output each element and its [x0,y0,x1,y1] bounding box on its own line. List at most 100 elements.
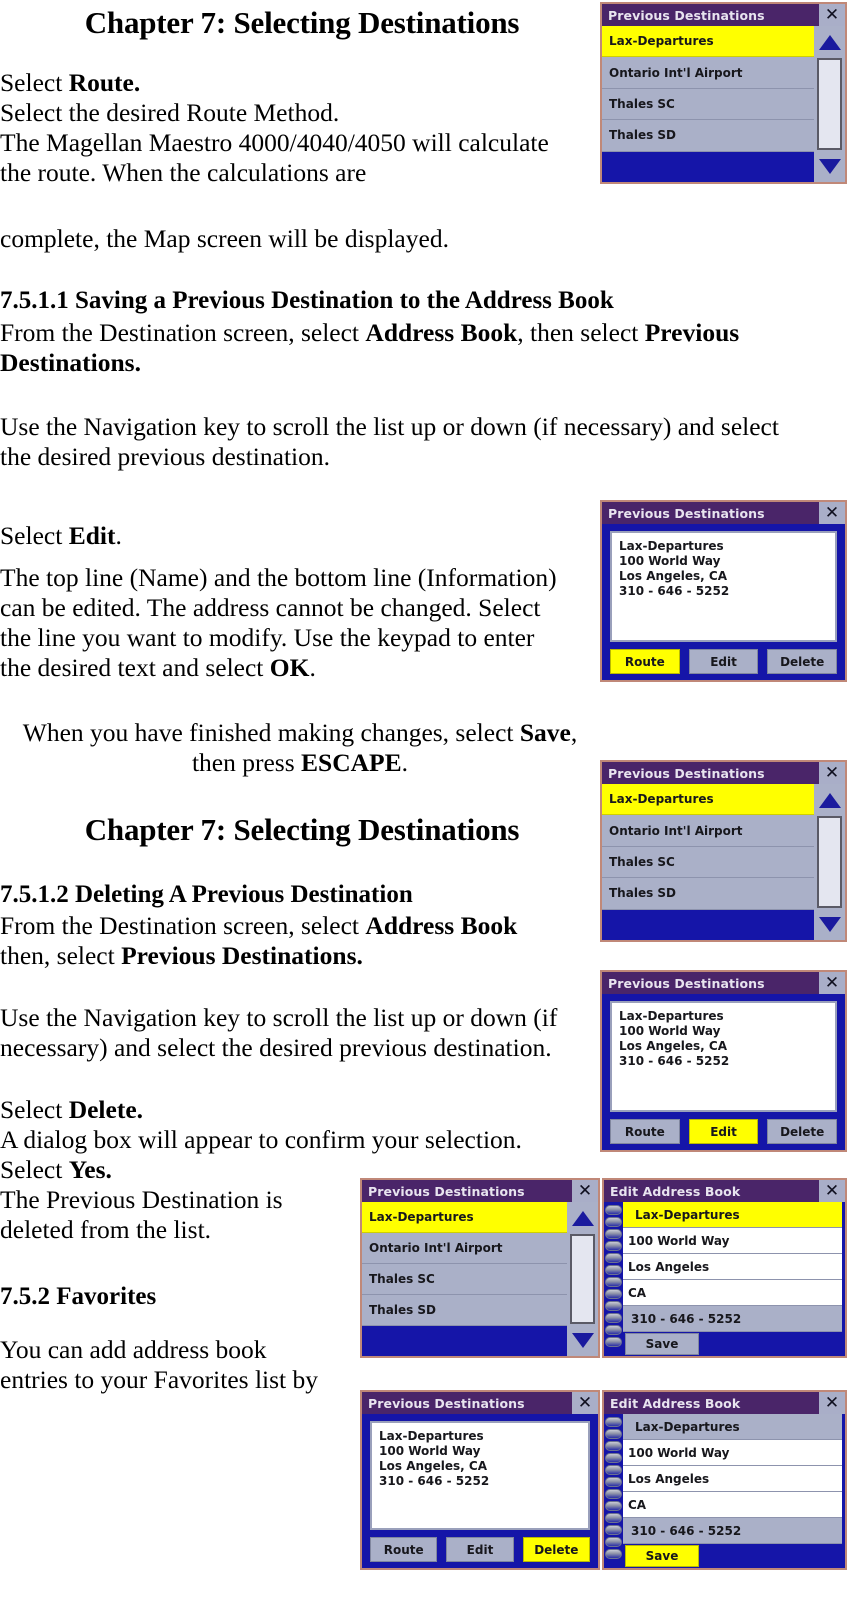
scroll-up-button[interactable] [567,1202,598,1234]
edit-button[interactable]: Edit [688,1119,759,1144]
coil [605,1489,622,1499]
phone-field[interactable]: 310 - 646 - 5252 [623,1518,842,1544]
device-screen-destination-detail-delete[interactable]: Previous Destinations ✕ Lax-Departures 1… [360,1390,600,1570]
city-field[interactable]: Los Angeles [623,1254,842,1280]
list-body: Lax-Departures Ontario Int'l Airport Tha… [602,26,845,182]
name-field[interactable]: Lax-Departures [623,1414,842,1440]
list-item[interactable]: Thales SD [602,878,814,910]
screen-title: Previous Destinations [608,975,765,991]
text-line: Select Route. [0,68,141,97]
close-icon[interactable]: ✕ [819,1180,845,1202]
list-item[interactable]: Ontario Int'l Airport [602,57,814,89]
screen-title: Previous Destinations [608,765,765,781]
list-item[interactable]: Thales SD [602,120,814,152]
coil [605,1253,622,1263]
triangle-up-icon [571,1210,594,1226]
close-icon[interactable]: ✕ [572,1392,598,1414]
device-screen-previous-destinations-list-1[interactable]: Previous Destinations ✕ Lax-Departures O… [600,2,847,184]
text-line: the desired previous destination. [0,442,331,471]
close-icon[interactable]: ✕ [819,762,845,784]
screen-title: Edit Address Book [610,1183,741,1199]
scroll-up-button[interactable] [814,26,845,58]
device-screen-destination-detail-route[interactable]: Previous Destinations ✕ Lax-Departures 1… [600,500,847,682]
screen-titlebar: Previous Destinations ✕ [602,972,845,994]
detail-body: Lax-Departures 100 World Way Los Angeles… [602,524,845,680]
scrollbar-thumb[interactable] [817,58,842,150]
save-row: Save [623,1544,842,1568]
street-field[interactable]: 100 World Way [623,1440,842,1466]
delete-button[interactable]: Delete [767,1119,838,1144]
detail-line: Lax-Departures [379,1429,484,1443]
detail-line: 100 World Way [379,1444,481,1458]
screen-title: Edit Address Book [610,1395,741,1411]
detail-line: 100 World Way [619,1024,721,1038]
device-screen-previous-destinations-list-3[interactable]: Previous Destinations ✕ Lax-Departures O… [360,1178,600,1358]
scroll-up-button[interactable] [814,784,845,816]
close-icon[interactable]: ✕ [819,502,845,524]
route-button[interactable]: Route [370,1537,438,1562]
list-item[interactable]: Thales SC [602,846,814,879]
scrollbar-thumb[interactable] [570,1234,595,1324]
coil [605,1265,622,1275]
close-icon[interactable]: ✕ [572,1180,598,1202]
text-line: can be edited. The address cannot be cha… [0,593,541,622]
close-icon[interactable]: ✕ [819,4,845,26]
paragraph-map-complete: complete, the Map screen will be display… [0,224,449,253]
list-item[interactable]: Lax-Departures [602,26,814,58]
spiral-binding-icon [604,1202,623,1356]
triangle-down-icon [818,158,841,174]
edit-button[interactable]: Edit [688,649,759,674]
device-screen-edit-address-book-2[interactable]: Edit Address Book ✕ Lax-Departures 100 W… [602,1390,847,1570]
list-item[interactable]: Thales SC [602,88,814,121]
scroll-down-button[interactable] [814,908,845,940]
edit-button[interactable]: Edit [446,1537,514,1562]
coil [605,1241,622,1251]
list-item[interactable]: Lax-Departures [362,1202,567,1233]
delete-button[interactable]: Delete [522,1537,590,1562]
save-button[interactable]: Save [625,1545,699,1567]
coil [605,1313,622,1323]
device-screen-edit-address-book-1[interactable]: Edit Address Book ✕ Lax-Departures 100 W… [602,1178,847,1358]
list-column: Lax-Departures Ontario Int'l Airport Tha… [602,26,814,182]
state-field[interactable]: CA [623,1280,842,1306]
scrollbar[interactable] [567,1202,598,1356]
device-screen-destination-detail-edit[interactable]: Previous Destinations ✕ Lax-Departures 1… [600,970,847,1152]
detail-line: Los Angeles, CA [619,569,727,583]
heading-7-5-1-1: 7.5.1.1 Saving a Previous Destination to… [0,287,614,314]
paragraph-navigation-key-2: Use the Navigation key to scroll the lis… [0,1003,600,1063]
list-item[interactable]: Thales SC [362,1264,567,1295]
text-line: Use the Navigation key to scroll the lis… [0,412,779,441]
paragraph-favorites: You can add address book entries to your… [0,1335,360,1395]
close-icon[interactable]: ✕ [819,1392,845,1414]
text-line: the route. When the calculations are [0,158,367,187]
state-field[interactable]: CA [623,1492,842,1518]
scrollbar[interactable] [814,784,845,940]
device-screen-previous-destinations-list-2[interactable]: Previous Destinations ✕ Lax-Departures O… [600,760,847,942]
coil [605,1549,622,1559]
name-field[interactable]: Lax-Departures [623,1202,842,1228]
scroll-down-button[interactable] [814,150,845,182]
coil [605,1441,622,1451]
save-button[interactable]: Save [625,1333,699,1355]
scrollbar[interactable] [814,26,845,182]
edit-body: Lax-Departures 100 World Way Los Angeles… [604,1202,845,1356]
text-line: You can add address book [0,1335,267,1364]
street-field[interactable]: 100 World Way [623,1228,842,1254]
close-icon[interactable]: ✕ [819,972,845,994]
route-button[interactable]: Route [610,649,680,674]
detail-line: Los Angeles, CA [619,1039,727,1053]
screen-title: Previous Destinations [608,505,765,521]
list-item[interactable]: Lax-Departures [602,784,814,816]
detail-box: Lax-Departures 100 World Way Los Angeles… [610,531,837,642]
detail-box: Lax-Departures 100 World Way Los Angeles… [370,1421,590,1530]
list-item[interactable]: Thales SD [362,1295,567,1326]
city-field[interactable]: Los Angeles [623,1466,842,1492]
text-line: the desired text and select OK. [0,653,316,682]
phone-field[interactable]: 310 - 646 - 5252 [623,1306,842,1332]
scrollbar-thumb[interactable] [817,816,842,908]
list-item[interactable]: Ontario Int'l Airport [602,815,814,847]
scroll-down-button[interactable] [567,1324,598,1356]
list-item[interactable]: Ontario Int'l Airport [362,1233,567,1264]
route-button[interactable]: Route [610,1119,680,1144]
delete-button[interactable]: Delete [767,649,838,674]
